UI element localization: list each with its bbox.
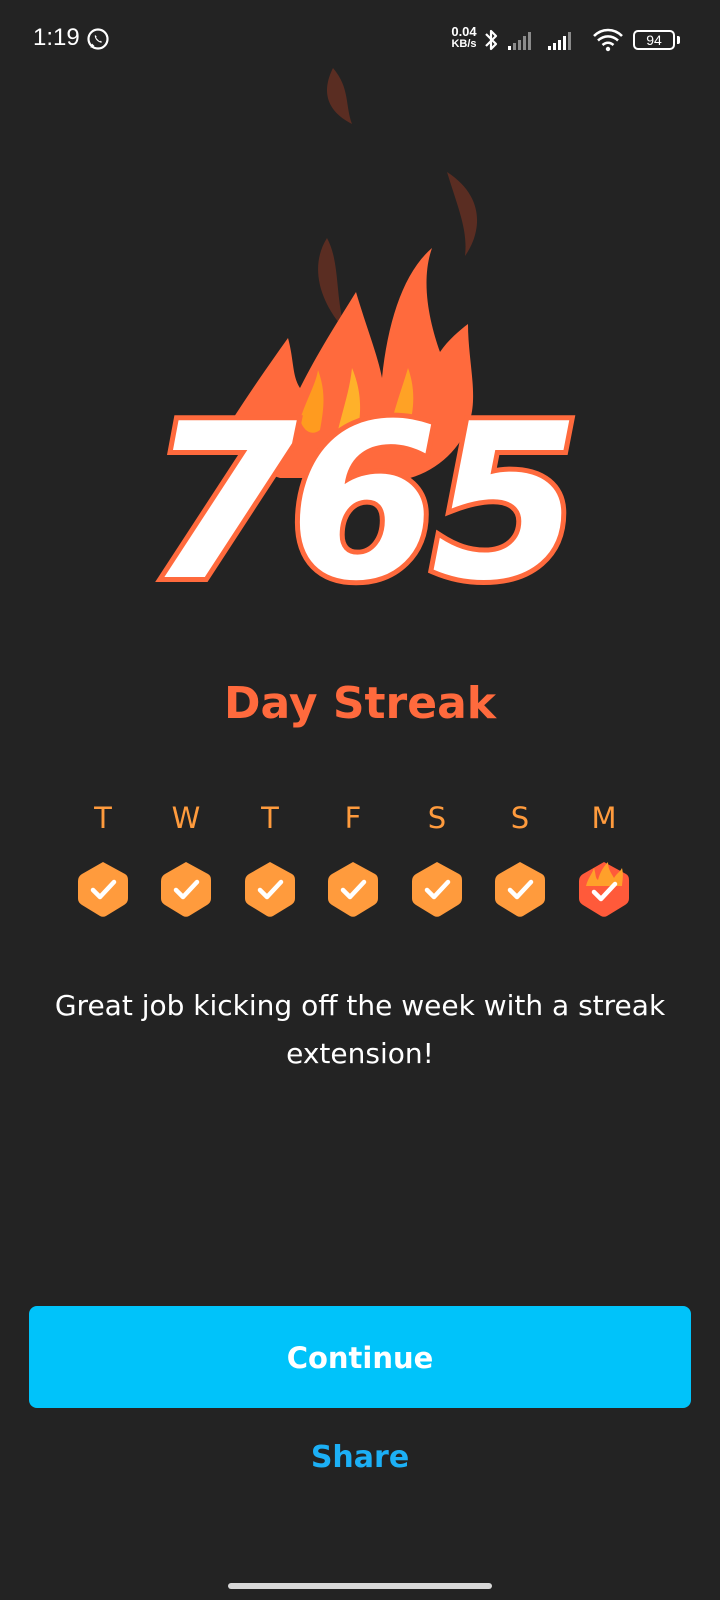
day-letter: S — [427, 801, 447, 835]
network-speed-value: 0.04 — [451, 24, 477, 39]
check-badge-icon — [412, 862, 462, 917]
signal-icon — [548, 32, 571, 50]
day-letter: T — [94, 801, 112, 835]
streak-label: Day Streak — [223, 678, 497, 729]
signal-icon — [508, 32, 531, 50]
check-badge-icon — [495, 862, 545, 917]
day-letter: T — [261, 801, 279, 835]
battery-tip — [677, 36, 680, 44]
day-column: T — [73, 798, 133, 917]
continue-button[interactable]: Continue — [29, 1306, 691, 1408]
day-letter: S — [510, 801, 530, 835]
fire-check-badge-icon — [579, 862, 629, 917]
network-speed: 0.04 KB/s — [446, 24, 482, 50]
smoke-wisp-icon — [327, 68, 352, 124]
battery-icon: 94 — [633, 30, 675, 50]
streak-count: 765 — [143, 377, 586, 628]
smoke-wisp-icon — [447, 172, 478, 256]
smoke-wisp-icon — [318, 238, 345, 330]
check-badge-icon — [161, 862, 211, 917]
share-button[interactable]: Share — [0, 1440, 720, 1475]
day-letter: M — [591, 801, 617, 835]
day-column: F — [323, 798, 383, 917]
bluetooth-icon — [485, 29, 498, 51]
day-column: T — [240, 798, 300, 917]
day-letter: W — [171, 801, 201, 835]
day-column: S — [490, 798, 550, 917]
network-speed-unit: KB/s — [451, 38, 477, 50]
day-column: W — [156, 798, 216, 917]
check-badge-icon — [78, 862, 128, 917]
battery-level: 94 — [646, 32, 662, 48]
wifi-icon — [593, 28, 623, 52]
streak-message: Great job kicking off the week with a st… — [54, 989, 666, 1070]
day-column-today: M — [574, 798, 634, 917]
check-badge-icon — [245, 862, 295, 917]
whatsapp-icon — [87, 28, 109, 50]
day-column: S — [407, 798, 467, 917]
day-letter: F — [344, 801, 362, 835]
status-time: 1:19 — [33, 24, 80, 51]
check-badge-icon — [328, 862, 378, 917]
home-indicator[interactable] — [228, 1583, 492, 1589]
